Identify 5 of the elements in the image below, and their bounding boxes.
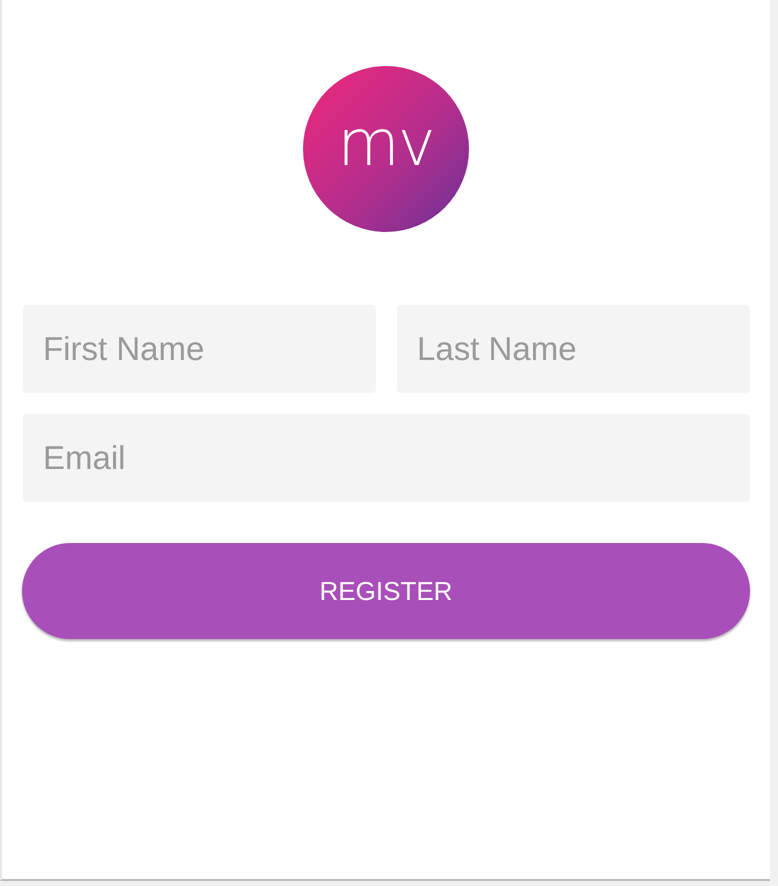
input-field[interactable]: First Name xyxy=(23,305,376,393)
logo: mv xyxy=(302,66,468,232)
input-field[interactable]: Email xyxy=(23,414,750,502)
register-button[interactable]: REGISTER xyxy=(22,543,750,639)
input-field[interactable]: Last Name xyxy=(397,305,750,393)
